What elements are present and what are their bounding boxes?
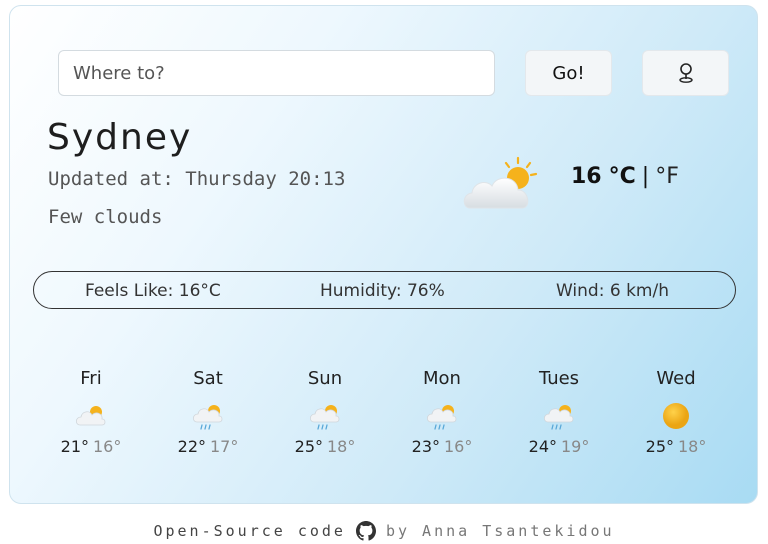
forecast-day-name: Tues	[538, 368, 580, 389]
forecast-min-temp: 18°	[327, 437, 356, 456]
source-code-link[interactable]: Open-Source code	[153, 522, 346, 540]
footer: Open-Source code by Anna Tsantekidou	[0, 518, 768, 544]
forecast-day: Mon 23° 16°	[392, 368, 492, 456]
go-button[interactable]: Go!	[525, 50, 612, 96]
rain-sun-icon	[309, 405, 340, 430]
rain-sun-icon	[192, 405, 223, 430]
fahrenheit-link[interactable]: °F	[655, 164, 679, 189]
forecast-temps: 25° 18°	[626, 437, 726, 456]
forecast-day-name: Sat	[193, 368, 223, 389]
forecast-day: Tues 24° 19°	[509, 368, 609, 456]
github-icon[interactable]	[355, 521, 376, 541]
forecast-min-temp: 16°	[93, 437, 122, 456]
forecast-day-name: Wed	[656, 368, 696, 389]
temperature-value: 16	[571, 164, 602, 189]
forecast-max-temp: 25°	[294, 437, 323, 456]
weather-details-bar: Feels Like: 16°C Humidity: 76% Wind: 6 k…	[33, 271, 736, 309]
city-name: Sydney	[47, 117, 193, 158]
humidity: Humidity: 76%	[320, 281, 445, 301]
feels-like: Feels Like: 16°C	[85, 281, 221, 301]
forecast-temps: 24° 19°	[509, 437, 609, 456]
forecast-day: Sat 22° 17°	[158, 368, 258, 456]
forecast-min-temp: 17°	[210, 437, 239, 456]
forecast-min-temp: 19°	[561, 437, 590, 456]
forecast-temps: 25° 18°	[275, 437, 375, 456]
forecast-max-temp: 25°	[645, 437, 674, 456]
author-credit: by Anna Tsantekidou	[385, 522, 615, 540]
forecast-max-temp: 23°	[411, 437, 440, 456]
forecast-max-temp: 21°	[60, 437, 89, 456]
forecast-temps: 22° 17°	[158, 437, 258, 456]
map-pin-icon	[678, 63, 693, 83]
celsius-link[interactable]: °C	[609, 164, 636, 189]
forecast-day: Wed 25° 18°	[626, 368, 726, 456]
forecast-temps: 23° 16°	[392, 437, 492, 456]
forecast-temps: 21° 16°	[41, 437, 141, 456]
forecast-day-name: Fri	[80, 368, 102, 389]
forecast-day-name: Sun	[307, 368, 343, 389]
current-location-button[interactable]	[642, 50, 729, 96]
sun-icon	[663, 403, 689, 429]
forecast-day: Sun 25° 18°	[275, 368, 375, 456]
rain-sun-icon	[543, 405, 574, 430]
partly-cloudy-icon	[75, 406, 106, 426]
rain-sun-icon	[426, 405, 457, 430]
current-temperature: 16 °C | °F	[571, 164, 679, 189]
weather-description: Few clouds	[48, 206, 163, 228]
forecast-day: Fri 21° 16°	[41, 368, 141, 456]
search-input[interactable]	[58, 50, 495, 96]
forecast-min-temp: 16°	[444, 437, 473, 456]
forecast-day-name: Mon	[423, 368, 461, 389]
forecast-max-temp: 24°	[528, 437, 557, 456]
wind: Wind: 6 km/h	[556, 281, 669, 301]
forecast-max-temp: 22°	[177, 437, 206, 456]
unit-separator: |	[641, 164, 650, 189]
updated-time: Updated at: Thursday 20:13	[48, 168, 346, 190]
partly-cloudy-icon	[463, 156, 538, 209]
forecast-min-temp: 18°	[678, 437, 707, 456]
